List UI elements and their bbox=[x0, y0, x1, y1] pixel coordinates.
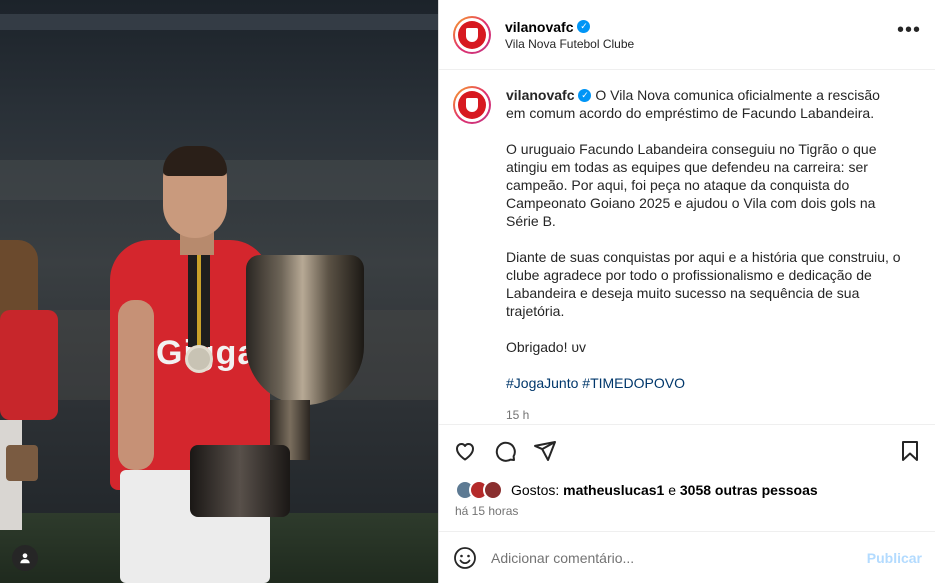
caption-timestamp[interactable]: 15 h bbox=[506, 406, 901, 424]
handbag bbox=[6, 445, 38, 481]
tagged-users-button[interactable] bbox=[12, 545, 38, 571]
trophy-cup bbox=[246, 255, 364, 405]
caption-paragraph: Obrigado! υv bbox=[506, 339, 587, 355]
medal-ribbon bbox=[188, 245, 210, 347]
likes-prefix: Gostos: bbox=[511, 482, 560, 498]
avatar bbox=[483, 480, 503, 500]
post-timestamp[interactable]: há 15 horas bbox=[455, 504, 518, 518]
bystander bbox=[0, 240, 60, 540]
avatar[interactable] bbox=[453, 15, 491, 54]
emoji-icon[interactable] bbox=[453, 546, 477, 570]
hashtags: #JogaJunto #TIMEDOPOVO bbox=[506, 374, 901, 392]
hashtag-link[interactable]: #TIMEDOPOVO bbox=[582, 375, 685, 391]
verified-icon: ✓ bbox=[578, 88, 592, 102]
likes-others-link[interactable]: 3058 outras pessoas bbox=[680, 482, 818, 498]
medal bbox=[185, 345, 213, 373]
caption-paragraph: O uruguaio Facundo Labandeira conseguiu … bbox=[506, 141, 877, 229]
bookmark-icon[interactable] bbox=[898, 439, 922, 463]
stadium-band bbox=[0, 14, 438, 30]
user-icon bbox=[20, 553, 30, 564]
caption-username-link[interactable]: vilanovafc bbox=[506, 86, 574, 104]
caption: vilanovafc ✓ O Vila Nova comunica oficial… bbox=[439, 70, 935, 424]
likes-summary: Gostos: matheuslucas1 e 3058 outras pess… bbox=[455, 480, 818, 500]
verified-icon: ✓ bbox=[577, 20, 591, 33]
hashtag-link[interactable]: #JogaJunto bbox=[506, 375, 578, 391]
share-icon[interactable] bbox=[533, 439, 557, 463]
club-crest-icon bbox=[466, 27, 478, 42]
caption-paragraph: Diante de suas conquistas por aqui e a h… bbox=[506, 249, 901, 319]
caption-avatar[interactable] bbox=[453, 86, 491, 124]
liker-username-link[interactable]: matheuslucas1 bbox=[563, 482, 664, 498]
likes-joiner: e bbox=[668, 482, 676, 498]
post-header: vilanovafc ✓ Vila Nova Futebol Clube ••• bbox=[439, 0, 935, 70]
more-icon[interactable]: ••• bbox=[897, 19, 921, 50]
publish-button[interactable]: Publicar bbox=[867, 550, 922, 566]
action-bar bbox=[439, 424, 935, 484]
player-hair bbox=[163, 146, 227, 176]
profile-subtitle[interactable]: Vila Nova Futebol Clube bbox=[505, 37, 897, 51]
username-link[interactable]: vilanovafc bbox=[505, 19, 573, 35]
heart-icon[interactable] bbox=[453, 439, 477, 463]
post-viewer: Gigga vilanovafc ✓ Vila Nova Futebol Clu… bbox=[0, 0, 935, 583]
comment-icon[interactable] bbox=[493, 439, 517, 463]
club-crest-icon bbox=[466, 98, 478, 112]
comment-input[interactable]: Adicionar comentário... bbox=[491, 550, 867, 566]
player-arm bbox=[118, 300, 154, 470]
post-photo[interactable]: Gigga bbox=[0, 0, 438, 583]
post-panel: vilanovafc ✓ Vila Nova Futebol Clube •••… bbox=[438, 0, 935, 583]
trophy-base bbox=[190, 445, 290, 517]
liker-avatars bbox=[455, 480, 503, 500]
comment-bar: Adicionar comentário... Publicar bbox=[439, 531, 935, 583]
